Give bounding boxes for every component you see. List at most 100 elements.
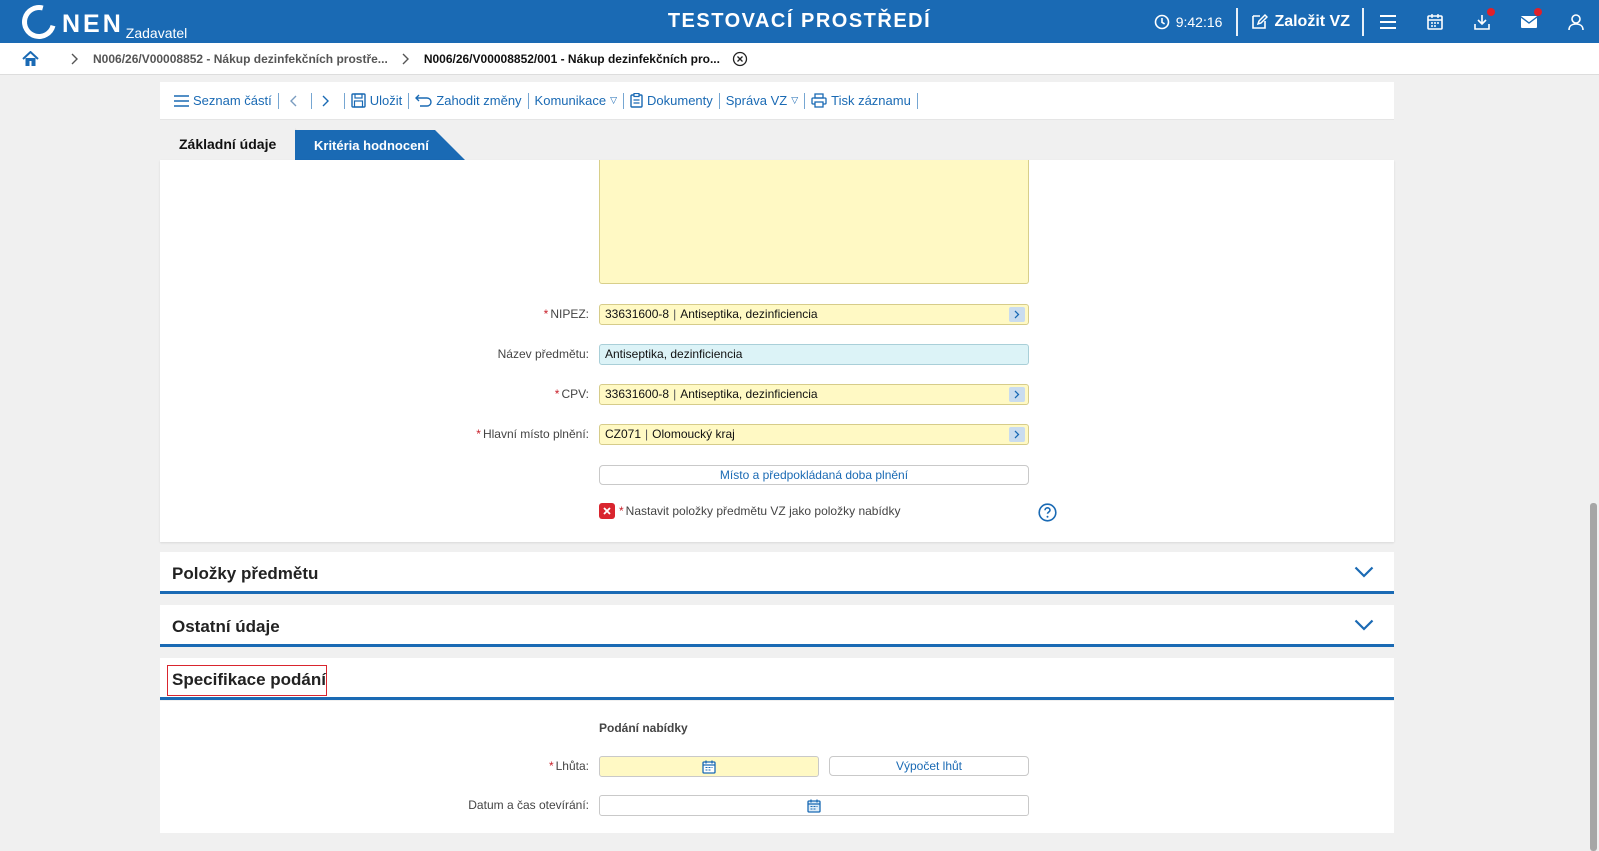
- print-record-button[interactable]: Tisk záznamu: [805, 93, 917, 108]
- previous-button[interactable]: [279, 95, 311, 107]
- user-profile-button[interactable]: [1552, 0, 1599, 43]
- required-asterisk: *: [543, 307, 549, 321]
- notification-dot: [1487, 8, 1495, 16]
- place-and-duration-button[interactable]: Místo a předpokládaná doba plnění: [599, 465, 1029, 485]
- subject-name-label: Název předmětu:: [497, 347, 589, 361]
- chevron-right-icon: [1014, 430, 1020, 439]
- breadcrumb-item-parent[interactable]: N006/26/V00008852 - Nákup dezinfekčních …: [93, 52, 388, 66]
- communication-menu[interactable]: Komunikace ▽: [529, 93, 623, 108]
- required-asterisk: *: [619, 504, 624, 518]
- chevron-right-icon: [1014, 390, 1020, 399]
- tab-basic-data[interactable]: Základní údaje: [160, 128, 295, 160]
- downloads-button[interactable]: [1458, 0, 1505, 43]
- opening-row: Datum a čas otevírání:: [160, 795, 1394, 817]
- chevron-right-icon: [71, 53, 79, 65]
- page-scrollbar[interactable]: [1568, 75, 1599, 851]
- set-items-checkbox[interactable]: [599, 503, 615, 519]
- required-asterisk: *: [548, 759, 554, 773]
- clock-icon: [1154, 14, 1170, 29]
- section-other-data[interactable]: Ostatní údaje: [160, 605, 1394, 647]
- help-button[interactable]: [1038, 503, 1057, 525]
- main-place-picker-button[interactable]: [1009, 427, 1025, 442]
- calendar-button[interactable]: [1411, 0, 1458, 43]
- toolbar-separator: [623, 92, 625, 109]
- scrollbar-thumb[interactable]: [1590, 503, 1597, 851]
- section-title: Položky předmětu: [172, 564, 319, 583]
- cpv-field[interactable]: 33631600-8 | Antiseptika, dezinficiencia: [599, 384, 1029, 405]
- section-title: Ostatní údaje: [172, 617, 280, 636]
- submission-spec-panel: Podání nabídky * Lhůta: Výpočet lhůt Datu…: [160, 701, 1394, 833]
- toolbar-separator: [277, 92, 279, 109]
- documents-button[interactable]: Dokumenty: [624, 93, 719, 108]
- submission-heading: Podání nabídky: [599, 721, 688, 735]
- logo-text: NEN: [62, 10, 124, 38]
- chevron-down-icon: [1354, 619, 1374, 631]
- record-toolbar: Seznam částí Uložit Zahodit změny Komuni…: [160, 82, 1394, 120]
- breadcrumb: N006/26/V00008852 - Nákup dezinfekčních …: [0, 43, 1599, 75]
- main-place-code: CZ071: [605, 427, 642, 441]
- nipez-picker-button[interactable]: [1009, 307, 1025, 322]
- user-icon: [1567, 13, 1584, 30]
- clipboard-icon: [630, 93, 643, 108]
- opening-datetime-input[interactable]: [599, 795, 1029, 816]
- chevron-right-icon: [1014, 310, 1020, 319]
- toolbar-separator: [804, 92, 806, 109]
- messages-button[interactable]: [1505, 0, 1552, 43]
- toolbar-separator: [718, 92, 720, 109]
- management-menu[interactable]: Správa VZ ▽: [720, 93, 804, 108]
- toolbar-separator: [343, 92, 345, 109]
- menu-button[interactable]: [1364, 0, 1411, 43]
- toolbar-separator: [916, 92, 918, 109]
- nipez-row: * NIPEZ: 33631600-8 | Antiseptika, dezinfic…: [160, 304, 1394, 326]
- nen-logo[interactable]: NEN Zadavatel: [15, 0, 187, 46]
- toolbar-separator: [408, 92, 410, 109]
- value-separator: |: [673, 387, 677, 401]
- undo-icon: [415, 94, 432, 107]
- session-clock: 9:42:16: [1154, 14, 1222, 30]
- subject-name-field[interactable]: Antiseptika, dezinficiencia: [599, 344, 1029, 365]
- print-record-label: Tisk záznamu: [831, 93, 911, 108]
- close-tab-button[interactable]: [732, 51, 748, 67]
- discard-changes-button[interactable]: Zahodit změny: [409, 93, 527, 108]
- create-vz-button[interactable]: Založit VZ: [1238, 13, 1362, 31]
- parts-list-button[interactable]: Seznam částí: [168, 93, 278, 108]
- nipez-label: * NIPEZ:: [544, 307, 589, 321]
- section-title: Specifikace podání: [172, 670, 326, 689]
- main-place-text: Olomoucký kraj: [652, 427, 735, 441]
- calendar-icon[interactable]: [702, 760, 716, 774]
- tab-evaluation-criteria[interactable]: Kritéria hodnocení: [295, 130, 465, 160]
- next-button[interactable]: [312, 95, 344, 107]
- cpv-text: Antiseptika, dezinficiencia: [680, 387, 818, 401]
- deadline-label: * Lhůta:: [549, 759, 589, 773]
- triangle-down-icon: ▽: [610, 95, 618, 105]
- main-place-field[interactable]: CZ071 | Olomoucký kraj: [599, 424, 1029, 445]
- section-submission-spec[interactable]: Specifikace podání: [160, 658, 1394, 700]
- create-vz-label: Založit VZ: [1274, 12, 1350, 30]
- home-icon: [22, 50, 39, 66]
- deadline-label-text: Lhůta:: [555, 759, 589, 773]
- value-separator: |: [645, 427, 649, 441]
- notification-dot: [1534, 8, 1542, 16]
- deadline-row: * Lhůta: Výpočet lhůt: [160, 756, 1394, 778]
- description-textarea[interactable]: [599, 160, 1029, 284]
- edit-icon: [1252, 13, 1269, 29]
- cpv-label: * CPV:: [555, 387, 589, 401]
- header-divider: [1236, 7, 1239, 36]
- required-asterisk: *: [554, 387, 560, 401]
- section-subject-items[interactable]: Položky předmětu: [160, 552, 1394, 594]
- calendar-icon[interactable]: [807, 799, 821, 813]
- save-button[interactable]: Uložit: [345, 93, 409, 108]
- home-link[interactable]: [22, 50, 39, 67]
- breadcrumb-item-current[interactable]: N006/26/V00008852/001 - Nákup dezinfekčn…: [424, 52, 720, 66]
- close-circle-icon: [732, 51, 748, 66]
- calculate-deadlines-button[interactable]: Výpočet lhůt: [829, 756, 1029, 776]
- cpv-code: 33631600-8: [605, 387, 670, 401]
- deadline-input[interactable]: [599, 756, 819, 777]
- floppy-disk-icon: [351, 93, 366, 108]
- nipez-field[interactable]: 33631600-8 | Antiseptika, dezinficiencia: [599, 304, 1029, 325]
- chevron-down-icon: [1354, 566, 1374, 578]
- top-header: NEN Zadavatel TESTOVACÍ PROSTŘEDÍ 9:42:1…: [0, 0, 1599, 46]
- set-items-label: Nastavit položky předmětu VZ jako položk…: [625, 504, 901, 518]
- subject-name-row: Název předmětu: Antiseptika, dezinficien…: [160, 344, 1394, 366]
- cpv-picker-button[interactable]: [1009, 387, 1025, 402]
